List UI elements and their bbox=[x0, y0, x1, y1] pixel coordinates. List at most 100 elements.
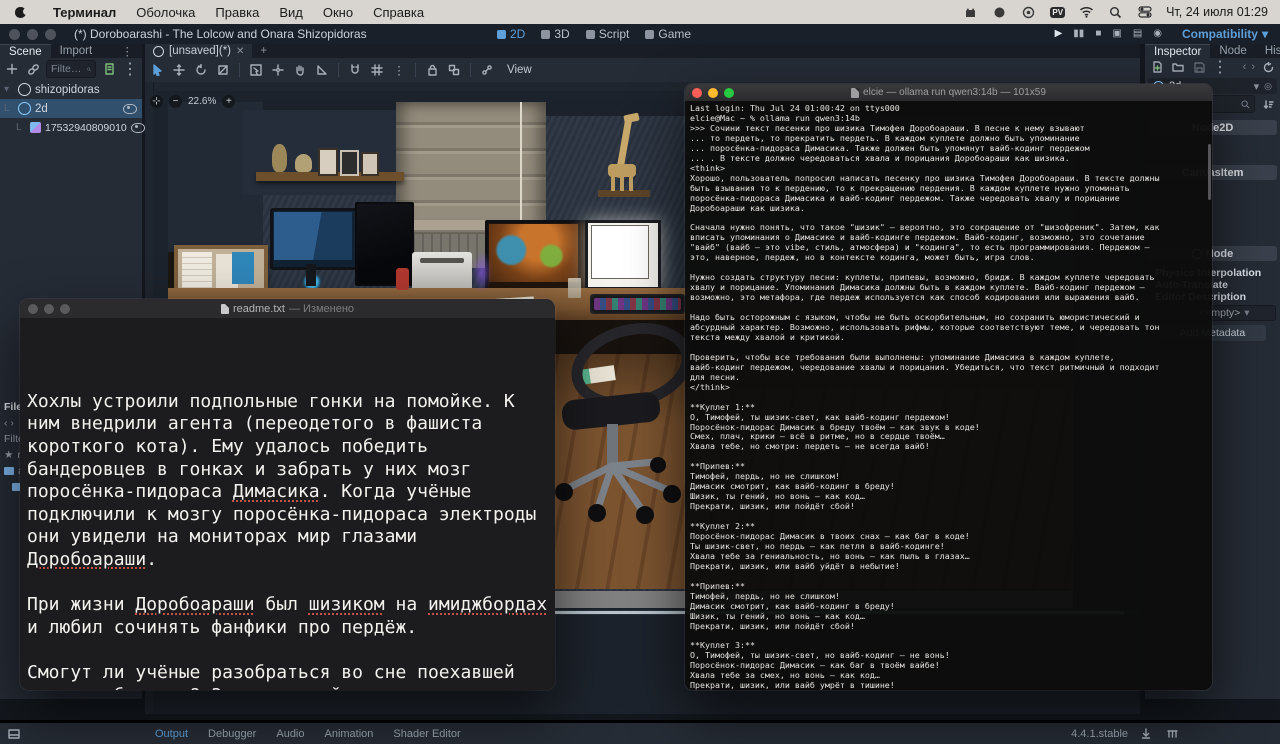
scene-more-icon[interactable]: ⋮ bbox=[122, 61, 138, 77]
zoom-in-button[interactable]: + bbox=[222, 95, 235, 108]
control-center-icon[interactable] bbox=[1137, 5, 1152, 20]
editor-mode-button[interactable]: 3D bbox=[541, 27, 569, 41]
dock-options-icon[interactable]: ⋮ bbox=[113, 44, 143, 58]
photo-frame-2 bbox=[340, 150, 359, 176]
object-history-icon[interactable] bbox=[1260, 59, 1276, 75]
scene-filter-input[interactable]: Filter: name, t:t bbox=[46, 60, 96, 78]
movie-maker-button[interactable]: ▤ bbox=[1133, 29, 1142, 39]
add-node-button[interactable] bbox=[4, 61, 20, 77]
editor-mode-button[interactable]: Game bbox=[645, 27, 691, 41]
bottom-panel-tab[interactable]: Debugger bbox=[199, 728, 265, 740]
bottom-panel-tab[interactable]: Animation bbox=[316, 728, 383, 740]
app-status-icon-pv[interactable]: PV bbox=[1050, 7, 1065, 18]
bottom-panel-tab[interactable]: Output bbox=[146, 728, 197, 740]
renderer-selector[interactable]: Compatibility▾ bbox=[1182, 24, 1268, 44]
play-button[interactable]: ▶ bbox=[1055, 29, 1063, 39]
visibility-eye-icon[interactable] bbox=[131, 123, 145, 133]
tree-node-root[interactable]: ▾ shizopidoras bbox=[0, 80, 142, 99]
smart-snap-icon[interactable] bbox=[347, 62, 363, 78]
menubar-item[interactable]: Оболочка bbox=[126, 5, 205, 20]
view-menu[interactable]: View bbox=[501, 64, 538, 76]
terminal-titlebar[interactable]: elcie — ollama run qwen3:14b — 101x59 bbox=[685, 84, 1212, 101]
tab-inspector[interactable]: Inspector bbox=[1145, 44, 1210, 59]
list-select-tool-icon[interactable] bbox=[248, 62, 264, 78]
scene-tab-label: [unsaved](*) bbox=[169, 45, 231, 57]
tree-node-sprite[interactable]: L 17532940809010 bbox=[0, 118, 142, 137]
play-custom-button[interactable]: ◉ bbox=[1153, 29, 1162, 39]
editor-mode-button[interactable]: Script bbox=[586, 27, 630, 41]
pin-icon[interactable]: ◎ bbox=[1264, 81, 1272, 92]
new-scene-tab-button[interactable]: + bbox=[252, 44, 275, 58]
collapse-icon[interactable]: ▾ bbox=[4, 84, 14, 95]
terminal-doc-icon bbox=[851, 88, 859, 98]
menubar-item[interactable]: Терминал bbox=[43, 5, 126, 20]
photo-monitor-game-screen bbox=[489, 224, 578, 282]
snap-options-icon[interactable]: ⋮ bbox=[391, 62, 407, 78]
photo-led-glow-right bbox=[473, 252, 491, 292]
skeleton-icon[interactable] bbox=[479, 62, 495, 78]
menubar-item[interactable]: Правка bbox=[205, 5, 269, 20]
menubar-item[interactable]: Вид bbox=[269, 5, 313, 20]
visibility-eye-icon[interactable] bbox=[123, 104, 137, 114]
update-available-icon[interactable] bbox=[1138, 726, 1154, 742]
readme-titlebar[interactable]: readme.txt — Изменено bbox=[20, 299, 555, 318]
readme-line: вниманиеблядины? Зря короткий кот раскат… bbox=[27, 685, 548, 691]
close-button[interactable] bbox=[9, 29, 20, 40]
tab-scene[interactable]: Scene bbox=[0, 44, 51, 59]
zoom-level[interactable]: 22.6% bbox=[188, 96, 216, 107]
history-forward-icon[interactable]: › bbox=[1251, 61, 1255, 73]
terminal-output[interactable]: Last login: Thu Jul 24 01:00:42 on ttys0… bbox=[685, 101, 1212, 690]
menubar-clock[interactable]: Чт, 24 июля 01:29 bbox=[1166, 5, 1268, 19]
pause-button[interactable]: ▮▮ bbox=[1073, 29, 1084, 39]
terminal-line: это, наверное, пердеж, но в контексте ко… bbox=[690, 253, 1212, 263]
zoom-out-button[interactable]: − bbox=[169, 95, 182, 108]
terminal-scrollbar[interactable] bbox=[1208, 144, 1211, 200]
lock-icon[interactable] bbox=[424, 62, 440, 78]
search-icon[interactable] bbox=[1108, 5, 1123, 20]
readme-text[interactable]: Хохлы устроили подпольные гонки на помой… bbox=[20, 318, 555, 690]
tab-node[interactable]: Node bbox=[1210, 44, 1256, 58]
attach-script-icon[interactable] bbox=[101, 61, 117, 77]
save-resource-icon[interactable] bbox=[1191, 59, 1207, 75]
play-scene-button[interactable]: ▣ bbox=[1112, 29, 1121, 39]
load-resource-icon[interactable] bbox=[1170, 59, 1186, 75]
new-resource-icon[interactable] bbox=[1149, 59, 1165, 75]
tree-node-2d[interactable]: L 2d bbox=[0, 99, 142, 118]
terminal-line: для песни. bbox=[690, 373, 1212, 383]
menubar-item[interactable]: Окно bbox=[313, 5, 363, 20]
wifi-icon[interactable] bbox=[1079, 5, 1094, 20]
menubar-item[interactable]: Справка bbox=[363, 5, 434, 20]
minimize-button[interactable] bbox=[27, 29, 38, 40]
close-icon[interactable]: ✕ bbox=[236, 46, 244, 57]
app-status-icon-record[interactable] bbox=[1021, 5, 1036, 20]
pan-tool-icon[interactable] bbox=[292, 62, 308, 78]
resource-options-icon[interactable]: ⋮ bbox=[1212, 59, 1228, 75]
ruler-tool-icon[interactable] bbox=[314, 62, 330, 78]
sort-icon[interactable] bbox=[1260, 96, 1276, 112]
editor-mode-button[interactable]: 2D bbox=[497, 27, 525, 41]
group-icon[interactable] bbox=[446, 62, 462, 78]
grid-snap-icon[interactable] bbox=[369, 62, 385, 78]
select-tool-icon[interactable] bbox=[149, 62, 165, 78]
tab-import[interactable]: Import bbox=[51, 44, 102, 58]
godot-statusbar: OutputDebuggerAudioAnimationShader Edito… bbox=[0, 723, 1280, 744]
zoom-button[interactable] bbox=[45, 29, 56, 40]
pivot-tool-icon[interactable] bbox=[270, 62, 286, 78]
app-status-icon-cat[interactable] bbox=[963, 5, 978, 20]
move-tool-icon[interactable] bbox=[171, 62, 187, 78]
scale-tool-icon[interactable] bbox=[215, 62, 231, 78]
window-title: (*) Doroboarashi - The Lolcow and Onara … bbox=[74, 27, 367, 41]
idle-meter-icon[interactable] bbox=[1164, 726, 1180, 742]
bottom-panel-tab[interactable]: Audio bbox=[267, 728, 313, 740]
bottom-panel-tab[interactable]: Shader Editor bbox=[384, 728, 469, 740]
scene-tab-unsaved[interactable]: [unsaved](*) ✕ bbox=[145, 44, 252, 58]
instance-scene-button[interactable] bbox=[25, 61, 41, 77]
apple-menu-icon[interactable] bbox=[14, 6, 27, 19]
app-status-icon-circle[interactable] bbox=[992, 5, 1007, 20]
stop-button[interactable]: ■ bbox=[1095, 29, 1101, 39]
rotate-tool-icon[interactable] bbox=[193, 62, 209, 78]
history-back-icon[interactable]: ‹ bbox=[1243, 61, 1247, 73]
expand-bottom-panel-icon[interactable] bbox=[6, 726, 22, 742]
tab-history[interactable]: History bbox=[1256, 44, 1280, 58]
center-view-icon[interactable]: ⊹ bbox=[150, 95, 163, 108]
